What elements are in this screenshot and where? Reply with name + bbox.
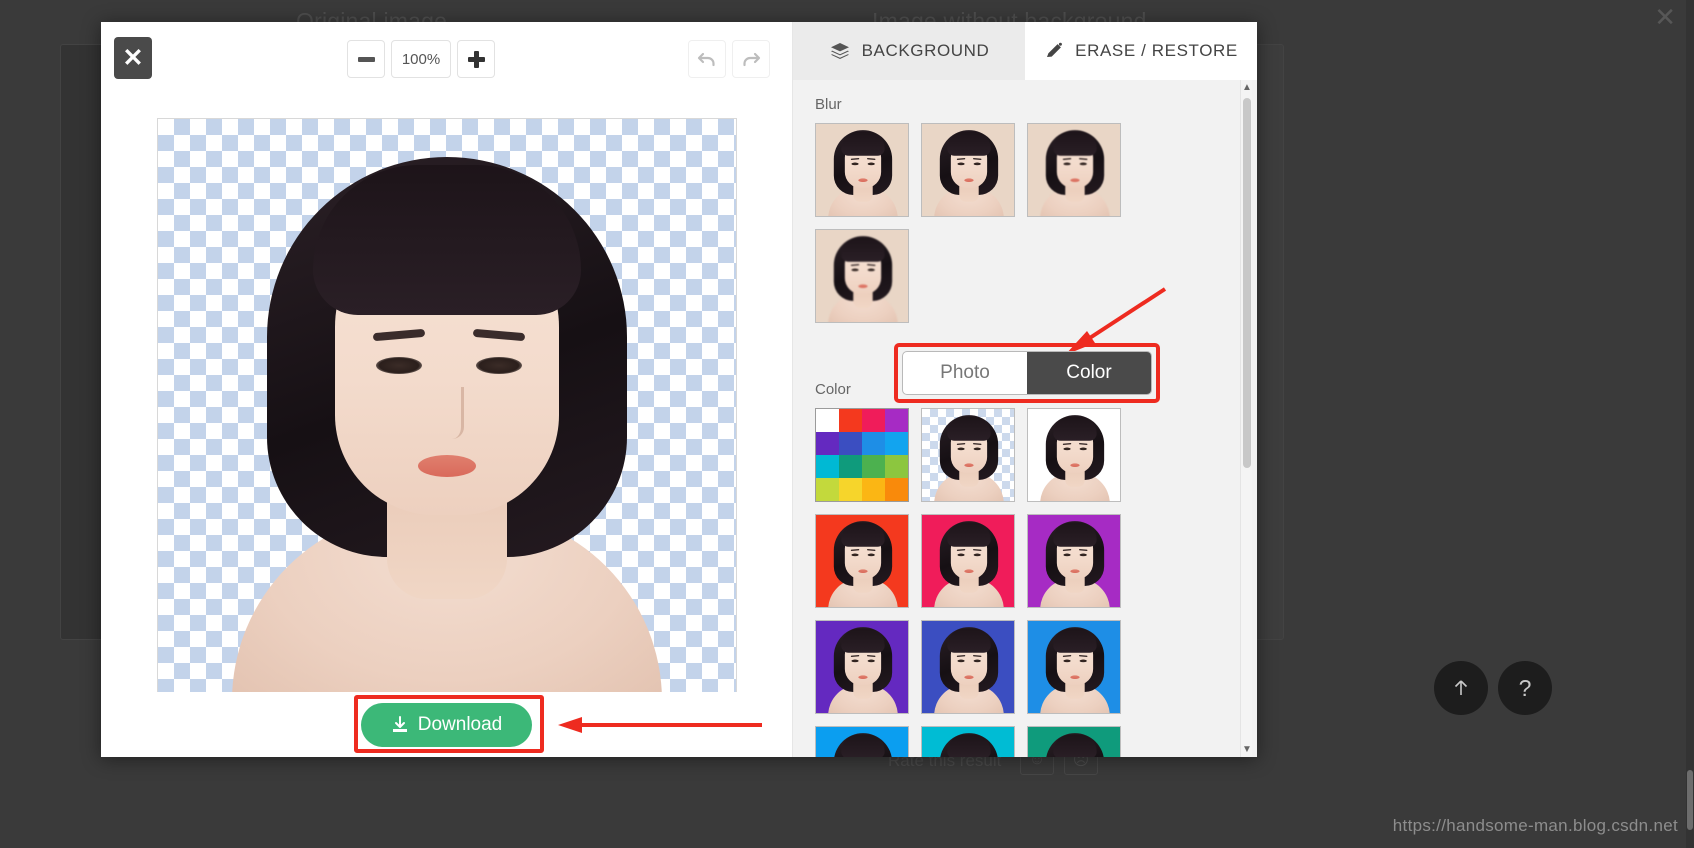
zoom-level-value: 100% [391,40,451,78]
palette-swatch[interactable] [839,455,862,478]
palette-swatch[interactable] [885,409,908,432]
scroll-to-top-button[interactable] [1434,661,1488,715]
cutout-portrait-image [158,119,736,697]
arrow-up-icon [1454,680,1468,695]
blur-preset-3[interactable] [1027,123,1121,217]
panel-scrollbar[interactable]: ▲ ▼ [1240,80,1252,757]
undo-arrow-icon [697,52,715,67]
palette-swatch[interactable] [816,478,839,501]
tab-background[interactable]: BACKGROUND [793,22,1025,80]
palette-swatch[interactable] [885,455,908,478]
canvas-column: ✕ 100% Download [101,22,792,757]
palette-swatch[interactable] [862,455,885,478]
palette-swatch[interactable] [839,409,862,432]
palette-swatch[interactable] [862,432,885,455]
palette-swatch[interactable] [816,409,839,432]
background-editor-modal: ✕ 100% Download BACKGROUND ERASE / RESTO… [101,22,1257,757]
help-button[interactable]: ? [1498,661,1552,715]
tab-erase-restore-label: ERASE / RESTORE [1075,41,1238,60]
close-editor-button[interactable]: ✕ [114,37,152,79]
image-canvas[interactable] [156,118,737,698]
palette-swatch[interactable] [816,455,839,478]
bg-indigo[interactable] [921,620,1015,714]
bg-pink[interactable] [921,514,1015,608]
palette-swatch[interactable] [839,432,862,455]
plus-icon [467,50,485,68]
bg-cyan[interactable] [921,726,1015,757]
toggle-option-photo[interactable]: Photo [903,352,1027,394]
layers-icon [829,41,851,61]
toggle-option-color[interactable]: Color [1027,352,1151,394]
download-button[interactable]: Download [360,702,533,747]
pencil-icon [1044,41,1064,61]
page-scrollbar[interactable] [1686,0,1694,848]
page-scrollbar-thumb[interactable] [1687,770,1693,830]
options-panel: BACKGROUND ERASE / RESTORE Blur Photo Co… [792,22,1257,757]
minus-icon [357,56,375,62]
download-icon [392,715,407,732]
zoom-in-button[interactable] [457,40,495,78]
bg-transparent[interactable] [921,408,1015,502]
panel-scrollbar-thumb[interactable] [1243,98,1251,468]
blur-thumbnail-grid [815,123,1257,323]
bg-teal[interactable] [1027,726,1121,757]
bg-white[interactable] [1027,408,1121,502]
palette-swatch[interactable] [885,432,908,455]
watermark-url: https://handsome-man.blog.csdn.net [1392,816,1678,835]
editor-toolbar: ✕ 100% [101,22,792,92]
photo-color-toggle: Photo Color [902,351,1152,395]
caret-up-icon[interactable]: ▲ [1242,82,1252,93]
bg-azure[interactable] [815,726,909,757]
redo-button[interactable] [732,40,770,78]
color-thumbnail-grid [815,408,1257,757]
blur-section-label: Blur [815,96,842,113]
download-bar: Download [101,692,792,757]
color-palette-picker[interactable] [815,408,909,502]
palette-swatch[interactable] [839,478,862,501]
zoom-controls: 100% [347,40,495,78]
palette-swatch[interactable] [816,432,839,455]
close-icon[interactable]: ✕ [1654,4,1676,30]
blur-preset-2[interactable] [921,123,1015,217]
canvas-stage [101,92,792,698]
panel-tabs: BACKGROUND ERASE / RESTORE [793,22,1257,80]
history-controls [688,40,770,78]
bg-violet[interactable] [815,620,909,714]
bg-blue[interactable] [1027,620,1121,714]
tab-background-label: BACKGROUND [861,41,990,60]
zoom-out-button[interactable] [347,40,385,78]
toggle-pointer-arrow [1065,287,1167,355]
bg-purple[interactable] [1027,514,1121,608]
tab-erase-restore[interactable]: ERASE / RESTORE [1025,22,1257,80]
palette-swatch[interactable] [862,409,885,432]
bg-red[interactable] [815,514,909,608]
panel-scroll-area: Blur Photo Color Color [793,80,1257,757]
palette-swatch[interactable] [885,478,908,501]
blur-preset-1[interactable] [815,123,909,217]
download-pointer-arrow [558,717,762,733]
blur-preset-4[interactable] [815,229,909,323]
caret-down-icon[interactable]: ▼ [1242,744,1252,755]
undo-button[interactable] [688,40,726,78]
redo-arrow-icon [743,52,761,67]
download-button-label: Download [417,713,503,735]
palette-swatch[interactable] [862,478,885,501]
